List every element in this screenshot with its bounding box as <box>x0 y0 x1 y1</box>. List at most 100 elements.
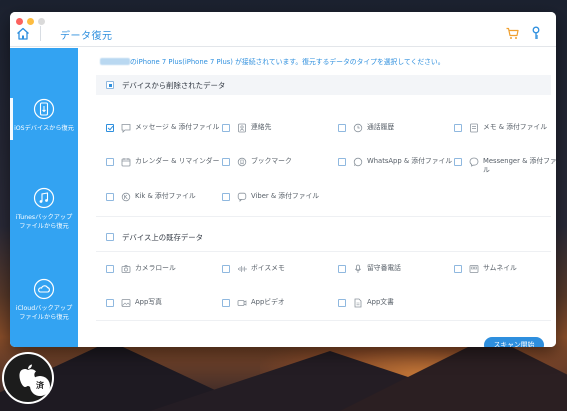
option-checkbox[interactable] <box>338 299 346 307</box>
section-header-deleted-data[interactable]: デバイスから削除されたデータ <box>96 75 551 95</box>
itunes-music-icon <box>33 187 55 209</box>
sidebar: iOSデバイスから復元 iTunesバックアップファイルから復元 iCloudバ… <box>10 48 78 347</box>
section-divider <box>96 320 551 321</box>
option-app-videos[interactable]: Appビデオ <box>222 297 337 319</box>
toolbar-divider <box>40 26 41 41</box>
app-document-icon <box>354 298 362 308</box>
option-label: Appビデオ <box>251 298 285 306</box>
viber-icon <box>237 192 247 202</box>
app-window: データ復元 iOSデバイスから復元 iTunesバックアップファイルから復元 i… <box>10 12 556 347</box>
option-checkbox[interactable] <box>454 124 462 132</box>
icloud-icon <box>33 278 55 300</box>
sidebar-item-label: iOSデバイスから復元 <box>14 125 74 132</box>
calendar-icon <box>121 158 131 167</box>
section-header-existing-data[interactable]: デバイス上の既存データ <box>96 227 551 247</box>
option-checkbox[interactable] <box>454 265 462 273</box>
app-photo-icon <box>121 299 131 307</box>
option-messages[interactable]: メッセージ & 添付ファイル <box>106 122 221 144</box>
mountain-silhouette <box>340 336 567 411</box>
option-checkbox[interactable] <box>222 193 230 201</box>
option-label: App写真 <box>135 298 162 306</box>
option-contacts[interactable]: 連絡先 <box>222 122 337 144</box>
main-content: のiPhone 7 Plus(iPhone 7 Plus) が接続されています。… <box>78 48 556 347</box>
sidebar-item-icloud-backup[interactable]: iCloudバックアップファイルから復元 <box>10 278 78 322</box>
option-checkbox[interactable] <box>222 299 230 307</box>
title-bar: データ復元 <box>10 12 556 47</box>
close-window-button[interactable] <box>16 18 23 25</box>
badge-stamp: 済 <box>30 376 50 396</box>
section-select-all-checkbox[interactable] <box>106 81 114 89</box>
device-connected-notice: のiPhone 7 Plus(iPhone 7 Plus) が接続されています。… <box>100 56 445 66</box>
option-voice-memo[interactable]: ボイスメモ <box>222 263 337 285</box>
option-checkbox[interactable] <box>338 265 346 273</box>
thumbnail-icon <box>469 265 479 273</box>
option-label: サムネイル <box>483 264 517 272</box>
option-checkbox[interactable] <box>106 158 114 166</box>
home-icon[interactable] <box>16 27 30 40</box>
option-app-documents[interactable]: App文書 <box>338 297 453 319</box>
ios-device-icon <box>33 98 55 120</box>
cart-icon[interactable] <box>506 27 519 40</box>
option-calendar[interactable]: カレンダー & リマインダー <box>106 156 221 178</box>
section-select-all-checkbox[interactable] <box>106 233 114 241</box>
site-logo-badge: 済 <box>2 352 54 404</box>
option-label: WhatsApp & 添付ファイル <box>367 157 453 165</box>
kik-icon <box>121 192 131 202</box>
camera-icon <box>121 265 131 273</box>
option-label: Kik & 添付ファイル <box>135 192 196 200</box>
section-title: デバイスから削除されたデータ <box>122 81 226 90</box>
maximize-window-button[interactable] <box>38 18 45 25</box>
key-icon[interactable] <box>530 26 542 40</box>
option-call-history[interactable]: 通話履歴 <box>338 122 453 144</box>
option-app-photos[interactable]: App写真 <box>106 297 221 319</box>
voicemail-icon <box>354 264 362 273</box>
option-label: メモ & 添付ファイル <box>483 123 547 131</box>
option-checkbox[interactable] <box>106 193 114 201</box>
bookmark-icon <box>237 157 247 167</box>
option-checkbox[interactable] <box>338 124 346 132</box>
option-checkbox[interactable] <box>222 124 230 132</box>
contacts-icon <box>238 123 246 133</box>
option-label: 通話履歴 <box>367 123 395 131</box>
option-checkbox[interactable] <box>222 158 230 166</box>
option-checkbox[interactable] <box>106 299 114 307</box>
redacted-device-name <box>100 58 130 65</box>
option-label: ブックマーク <box>251 157 292 165</box>
option-checkbox[interactable] <box>338 158 346 166</box>
section-title: デバイス上の既存データ <box>122 233 204 242</box>
option-bookmarks[interactable]: ブックマーク <box>222 156 337 178</box>
option-label: ボイスメモ <box>251 264 285 272</box>
start-scan-button[interactable]: スキャン開始 <box>484 337 544 347</box>
option-label: Messenger & 添付ファイル <box>483 157 556 174</box>
section-divider <box>96 216 551 217</box>
option-label: カメラロール <box>135 264 176 272</box>
option-notes[interactable]: メモ & 添付ファイル <box>454 122 556 144</box>
option-checkbox[interactable] <box>106 124 114 132</box>
option-voicemail[interactable]: 留守番電話 <box>338 263 453 285</box>
option-checkbox[interactable] <box>106 265 114 273</box>
message-icon <box>121 124 131 133</box>
sidebar-item-label: iTunesバックアップファイルから復元 <box>15 214 73 230</box>
messenger-icon <box>469 157 479 167</box>
option-whatsapp[interactable]: WhatsApp & 添付ファイル <box>338 156 453 178</box>
option-label: メッセージ & 添付ファイル <box>135 123 220 131</box>
sidebar-item-itunes-backup[interactable]: iTunesバックアップファイルから復元 <box>10 187 78 231</box>
whatsapp-icon <box>353 157 363 167</box>
minimize-window-button[interactable] <box>27 18 34 25</box>
notice-text: のiPhone 7 Plus(iPhone 7 Plus) が接続されています。… <box>130 58 445 66</box>
option-messenger[interactable]: Messenger & 添付ファイル <box>454 156 556 178</box>
option-kik[interactable]: Kik & 添付ファイル <box>106 191 221 213</box>
option-viber[interactable]: Viber & 添付ファイル <box>222 191 337 213</box>
app-video-icon <box>237 300 247 306</box>
option-camera-roll[interactable]: カメラロール <box>106 263 221 285</box>
option-label: 連絡先 <box>251 123 272 131</box>
sidebar-item-ios-device[interactable]: iOSデバイスから復元 <box>10 98 78 133</box>
option-checkbox[interactable] <box>454 158 462 166</box>
option-checkbox[interactable] <box>222 265 230 273</box>
option-label: 留守番電話 <box>367 264 401 272</box>
option-label: App文書 <box>367 298 394 306</box>
option-thumbnails[interactable]: サムネイル <box>454 263 556 285</box>
call-history-icon <box>353 123 363 133</box>
option-label: カレンダー & リマインダー <box>135 157 220 165</box>
section-divider <box>96 251 551 252</box>
